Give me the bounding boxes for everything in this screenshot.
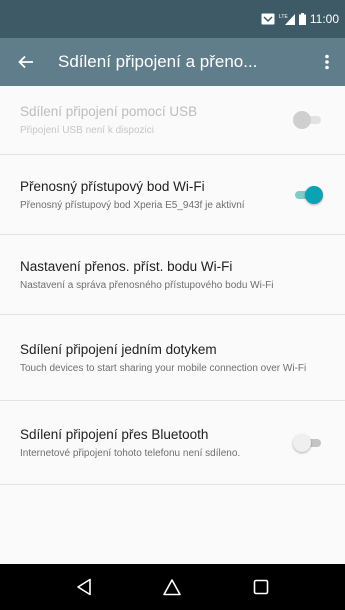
usb-tethering-switch[interactable]	[293, 111, 323, 129]
setting-title: Sdílení připojení pomocí USB	[20, 104, 198, 119]
usb-tethering-item[interactable]: Sdílení připojení pomocí USB Připojení U…	[0, 86, 345, 155]
nav-recents-button[interactable]	[241, 567, 281, 607]
status-bar: LTE 11:00	[0, 0, 345, 38]
setting-title: Sdílení připojení jedním dotykem	[20, 341, 217, 357]
more-options-button[interactable]	[309, 38, 345, 86]
setting-title: Nastavení přenos. příst. bodu Wi-Fi	[20, 258, 233, 274]
battery-icon	[298, 13, 306, 25]
home-icon	[163, 579, 182, 596]
arrow-left-icon	[18, 55, 33, 69]
setting-summary: Touch devices to start sharing your mobi…	[20, 362, 307, 374]
setting-summary: Internetové připojení tohoto telefonu ne…	[20, 447, 241, 459]
app-bar: Sdílení připojení a přeno...	[0, 38, 345, 86]
hotspot-settings-item[interactable]: Nastavení přenos. příst. bodu Wi-Fi Nast…	[0, 235, 345, 315]
setting-summary: Připojení USB není k dispozici	[20, 125, 154, 136]
back-button[interactable]	[0, 38, 52, 86]
signal-icon: LTE	[279, 13, 295, 25]
nav-home-button[interactable]	[152, 567, 192, 607]
more-vert-icon	[325, 54, 329, 70]
bluetooth-tethering-item[interactable]: Sdílení připojení přes Bluetooth Interne…	[0, 401, 345, 485]
notification-icon	[261, 13, 275, 25]
settings-list: Sdílení připojení pomocí USB Připojení U…	[0, 86, 345, 485]
setting-title: Přenosný přístupový bod Wi-Fi	[20, 178, 205, 194]
setting-title: Sdílení připojení přes Bluetooth	[20, 426, 209, 442]
setting-summary: Nastavení a správa přenosného přístupové…	[20, 279, 274, 291]
wifi-hotspot-switch[interactable]	[293, 185, 323, 204]
navigation-bar	[0, 564, 345, 610]
setting-summary: Přenosný přístupový bod Xperia E5_943f j…	[20, 199, 245, 211]
triangle-back-icon	[77, 578, 91, 596]
wifi-hotspot-item[interactable]: Přenosný přístupový bod Wi-Fi Přenosný p…	[0, 155, 345, 235]
one-touch-sharing-item[interactable]: Sdílení připojení jedním dotykem Touch d…	[0, 315, 345, 401]
status-time: 11:00	[309, 12, 339, 26]
network-type-label: LTE	[279, 14, 288, 20]
nav-back-button[interactable]	[64, 567, 104, 607]
page-title: Sdílení připojení a přeno...	[58, 52, 258, 71]
bluetooth-tethering-switch[interactable]	[293, 433, 323, 452]
square-recents-icon	[253, 579, 269, 595]
